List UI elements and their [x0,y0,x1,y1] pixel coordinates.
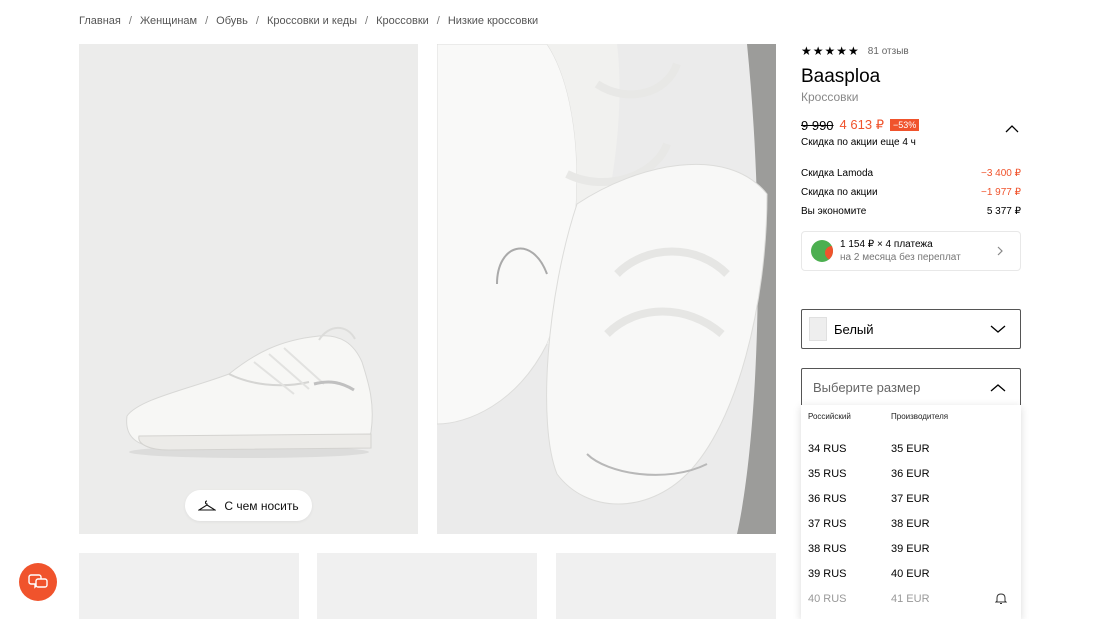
breadcrumb-separator: / [128,15,132,27]
hanger-icon [198,499,217,511]
size-option[interactable]: 34 RUS 35 EUR [801,443,1021,468]
size-column-russian: Российский [808,412,851,421]
size-placeholder: Выберите размер [813,380,921,395]
product-category: Кроссовки [801,90,859,104]
size-option[interactable]: 36 RUS 37 EUR [801,493,1021,518]
color-swatch [809,317,827,341]
breadcrumb-item-home[interactable]: Главная [79,15,121,27]
color-selected-value: Белый [834,321,874,337]
rating-stars: ★★★★★ [801,44,860,58]
size-eu: 37 EUR [891,493,930,505]
breadcrumb-item-low-sneakers[interactable]: Низкие кроссовки [448,15,538,27]
breakdown-value: 5 377 ₽ [986,206,1021,217]
breadcrumb-separator: / [436,15,440,27]
breakdown-value: −3 400 ₽ [980,168,1021,179]
breadcrumb-separator: / [365,15,369,27]
what-to-wear-button[interactable]: С чем носить [185,490,312,521]
size-option-unavailable[interactable]: 40 RUS 41 EUR [801,593,1021,618]
size-select[interactable]: Выберите размер [801,368,1021,406]
breadcrumb-item-women[interactable]: Женщинам [140,15,197,27]
size-column-maker: Производителя [891,412,949,421]
size-ru: 39 RUS [808,568,847,580]
breakdown-label: Скидка Lamoda [801,168,874,179]
installment-text: 1 154 ₽ × 4 платежа на 2 месяца без пере… [840,238,961,264]
chevron-up-icon[interactable] [1005,124,1019,134]
size-ru: 37 RUS [808,518,847,530]
split-logo-icon [811,240,833,262]
reviews-count[interactable]: 81 отзыв [868,46,909,57]
old-price: 9 990 [801,117,834,133]
chevron-up-icon [990,384,1006,392]
sneaker-side-illustration [126,326,373,458]
size-eu: 41 EUR [891,593,930,605]
chat-icon [28,574,48,589]
what-to-wear-label: С чем носить [224,498,299,513]
size-ru: 38 RUS [808,543,847,555]
size-ru: 36 RUS [808,493,847,505]
size-option[interactable]: 37 RUS 38 EUR [801,518,1021,543]
product-thumbnail[interactable] [79,553,299,619]
price-row: 9 990 4 613 ₽ −53% [801,117,920,133]
size-ru: 34 RUS [808,443,847,455]
breakdown-label: Вы экономите [801,206,867,217]
breakdown-value: −1 977 ₽ [980,187,1021,198]
size-option[interactable]: 39 RUS 40 EUR [801,568,1021,593]
product-thumbnail[interactable] [317,553,537,619]
chevron-right-icon [997,246,1003,256]
size-option[interactable]: 35 RUS 36 EUR [801,468,1021,493]
size-eu: 36 EUR [891,468,930,480]
breadcrumb-item-sneakers-and-keds[interactable]: Кроссовки и кеды [267,15,357,27]
size-ru: 35 RUS [808,468,847,480]
sneaker-closeup-illustration [437,44,776,534]
installment-subtitle: на 2 месяца без переплат [840,252,961,263]
breakdown-row: Вы экономите 5 377 ₽ [801,206,1021,225]
breadcrumb-item-sneakers[interactable]: Кроссовки [376,15,429,27]
breakdown-row: Скидка Lamoda −3 400 ₽ [801,168,1021,187]
rating[interactable]: ★★★★★ 81 отзыв [801,44,909,58]
product-thumbnail[interactable] [556,553,776,619]
discount-badge: −53% [889,119,920,131]
size-eu: 38 EUR [891,518,930,530]
color-select[interactable]: Белый [801,309,1021,349]
bell-icon[interactable] [995,592,1007,605]
price-breakdown: Скидка Lamoda −3 400 ₽ Скидка по акции −… [801,168,1021,225]
size-ru: 40 RUS [808,593,847,605]
breadcrumb-item-shoes[interactable]: Обувь [216,15,248,27]
installment-banner[interactable]: 1 154 ₽ × 4 платежа на 2 месяца без пере… [801,231,1021,271]
product-image-closeup[interactable] [437,44,776,534]
installment-title: 1 154 ₽ × 4 платежа [840,239,933,250]
breadcrumb-separator: / [255,15,259,27]
chevron-down-icon [990,325,1006,333]
breadcrumb-separator: / [205,15,209,27]
breakdown-label: Скидка по акции [801,187,878,198]
brand-name[interactable]: Baasploa [801,66,880,88]
chat-button[interactable] [19,563,57,601]
size-eu: 35 EUR [891,443,930,455]
size-option[interactable]: 38 RUS 39 EUR [801,543,1021,568]
promo-countdown: Скидка по акции еще 4 ч [801,137,916,148]
current-price: 4 613 ₽ [839,117,884,132]
product-image-main[interactable] [79,44,418,534]
breakdown-row: Скидка по акции −1 977 ₽ [801,187,1021,206]
size-eu: 40 EUR [891,568,930,580]
size-eu: 39 EUR [891,543,930,555]
breadcrumb: Главная / Женщинам / Обувь / Кроссовки и ке… [79,15,538,27]
size-dropdown: Российский Производителя 34 RUS 35 EUR 3… [801,405,1021,619]
